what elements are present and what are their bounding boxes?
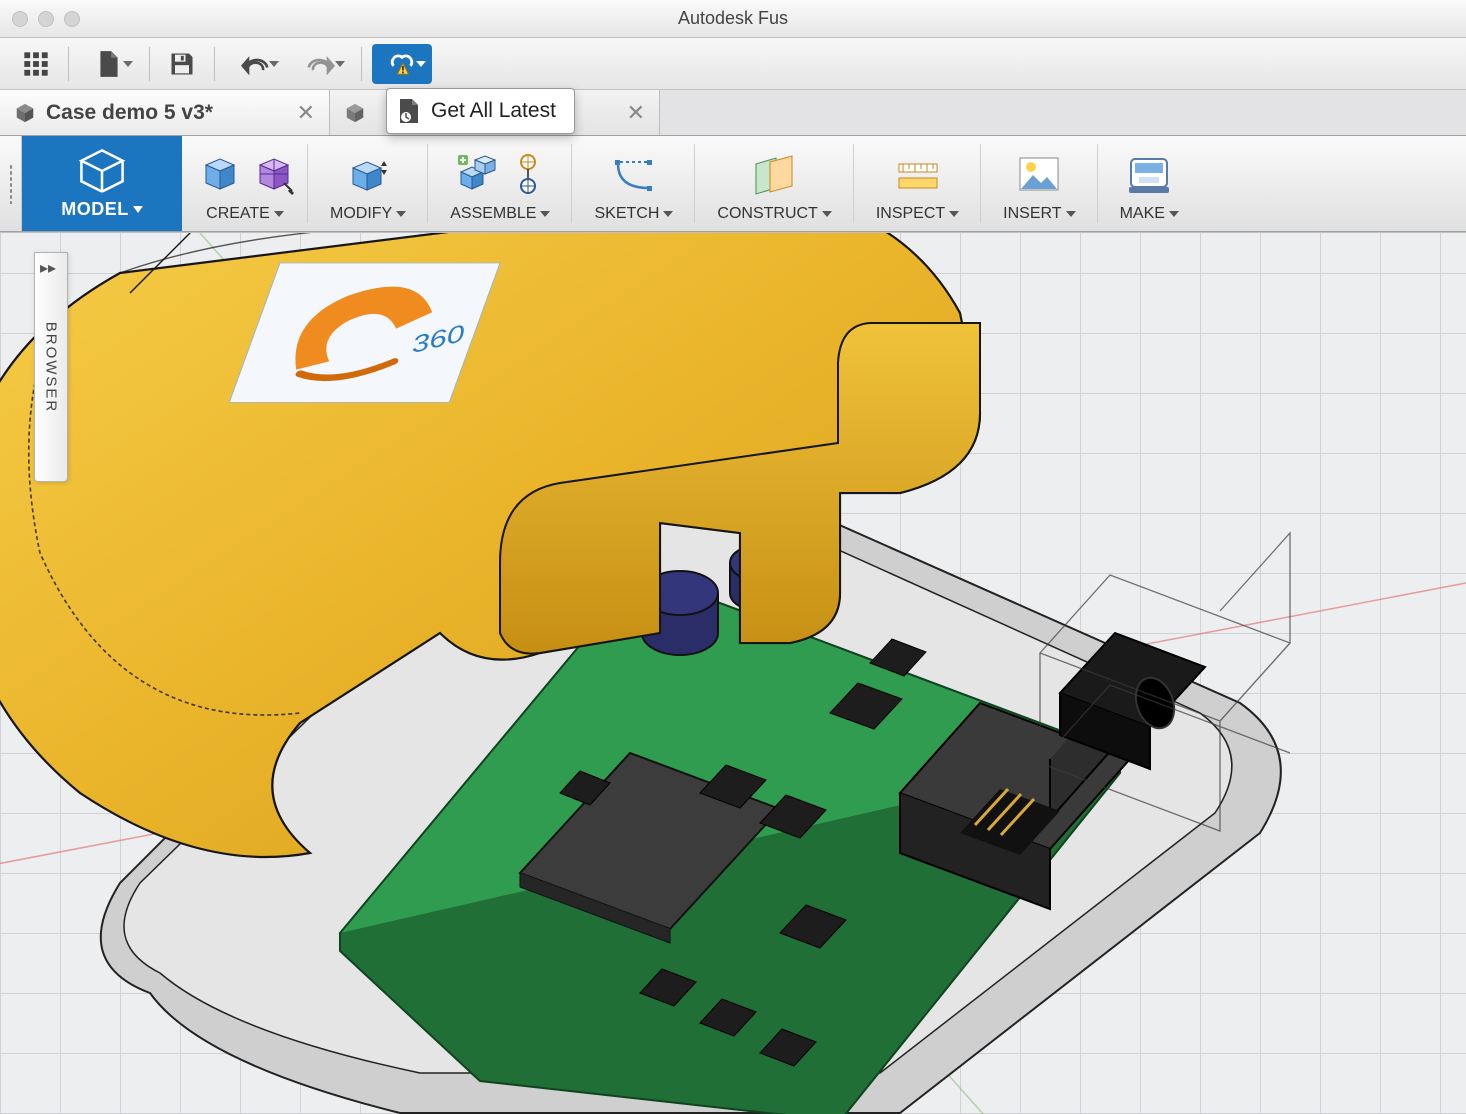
app-title: Autodesk Fus [0,8,1466,29]
window-controls [12,11,80,27]
grid-icon [22,50,50,78]
redo-button[interactable] [291,44,351,84]
press-pull-icon [345,152,391,198]
group-label: INSPECT [876,205,945,223]
ribbon-group-inspect[interactable]: INSPECT [854,136,981,231]
minimize-window-icon[interactable] [38,11,54,27]
chevron-down-icon [663,211,673,217]
ribbon-toolbar: MODEL CREATE MODIFY [0,136,1466,232]
ribbon-grip[interactable] [0,136,22,231]
chevron-down-icon [949,211,959,217]
workspace-label: MODEL [61,199,129,220]
undo-icon [241,53,269,75]
file-refresh-icon [397,97,421,125]
chevron-down-icon [1169,211,1179,217]
image-icon [1015,153,1063,197]
xref-dropdown-menu: Get All Latest [386,88,575,134]
menu-item-get-all-latest[interactable]: Get All Latest [431,99,556,123]
separator [361,47,362,81]
form-primitive-icon [250,153,294,197]
close-window-icon[interactable] [12,11,28,27]
cube-outline-icon [74,147,130,195]
file-icon [96,49,122,79]
box-primitive-icon [196,153,240,197]
close-tab-icon[interactable]: ✕ [297,100,315,126]
link-warning-icon [388,51,416,77]
group-label: CREATE [206,205,270,223]
3d-print-icon [1125,153,1173,197]
close-tab-icon[interactable]: ✕ [627,100,645,126]
ribbon-group-construct[interactable]: CONSTRUCT [695,136,853,231]
group-label: CONSTRUCT [717,205,817,223]
chevron-down-icon [822,211,832,217]
xref-update-button[interactable] [372,44,432,84]
chevron-down-icon [335,61,345,67]
titlebar: Autodesk Fus [0,0,1466,38]
sketch-icon [609,152,659,198]
chevron-down-icon [123,61,133,67]
ribbon-group-assemble[interactable]: ASSEMBLE [428,136,572,231]
data-panel-button[interactable] [14,44,58,84]
measure-icon [893,152,943,198]
separator [68,47,69,81]
chevron-down-icon [133,206,143,213]
workspace-selector[interactable]: MODEL [22,136,182,231]
group-label: MAKE [1120,205,1165,223]
group-label: ASSEMBLE [450,205,536,223]
save-icon [168,50,196,78]
new-component-icon [455,152,501,198]
browser-expand-icon[interactable]: ▸▸ [40,258,56,278]
undo-button[interactable] [225,44,285,84]
quick-access-toolbar [0,38,1466,90]
file-menu-button[interactable] [79,44,139,84]
document-tab-active[interactable]: Case demo 5 v3* ✕ [0,90,330,135]
document-tab-label: Case demo 5 v3* [46,101,213,125]
cube-icon [14,102,36,124]
separator [149,47,150,81]
chevron-down-icon [1066,211,1076,217]
chevron-down-icon [416,61,426,67]
ribbon-group-sketch[interactable]: SKETCH [572,136,695,231]
construction-plane-icon [750,152,800,198]
group-label: MODIFY [330,205,392,223]
chevron-down-icon [396,211,406,217]
chevron-down-icon [274,211,284,217]
chevron-down-icon [269,61,279,67]
model-viewport[interactable]: 360 [0,232,1466,1114]
document-tabs: Case demo 5 v3* ✕ ✕ [0,90,1466,136]
save-button[interactable] [160,44,204,84]
zoom-window-icon[interactable] [64,11,80,27]
browser-panel-collapsed[interactable]: BROWSER [34,252,68,482]
separator [214,47,215,81]
browser-panel-label: BROWSER [43,321,60,413]
chevron-down-icon [540,211,550,217]
joint-icon [511,152,545,198]
ribbon-group-modify[interactable]: MODIFY [308,136,428,231]
ribbon-group-make[interactable]: MAKE [1098,136,1201,231]
ribbon-group-insert[interactable]: INSERT [981,136,1097,231]
group-label: SKETCH [594,205,659,223]
redo-icon [307,53,335,75]
cube-icon [344,102,366,124]
ribbon-group-create[interactable]: CREATE [182,136,308,231]
group-label: INSERT [1003,205,1061,223]
